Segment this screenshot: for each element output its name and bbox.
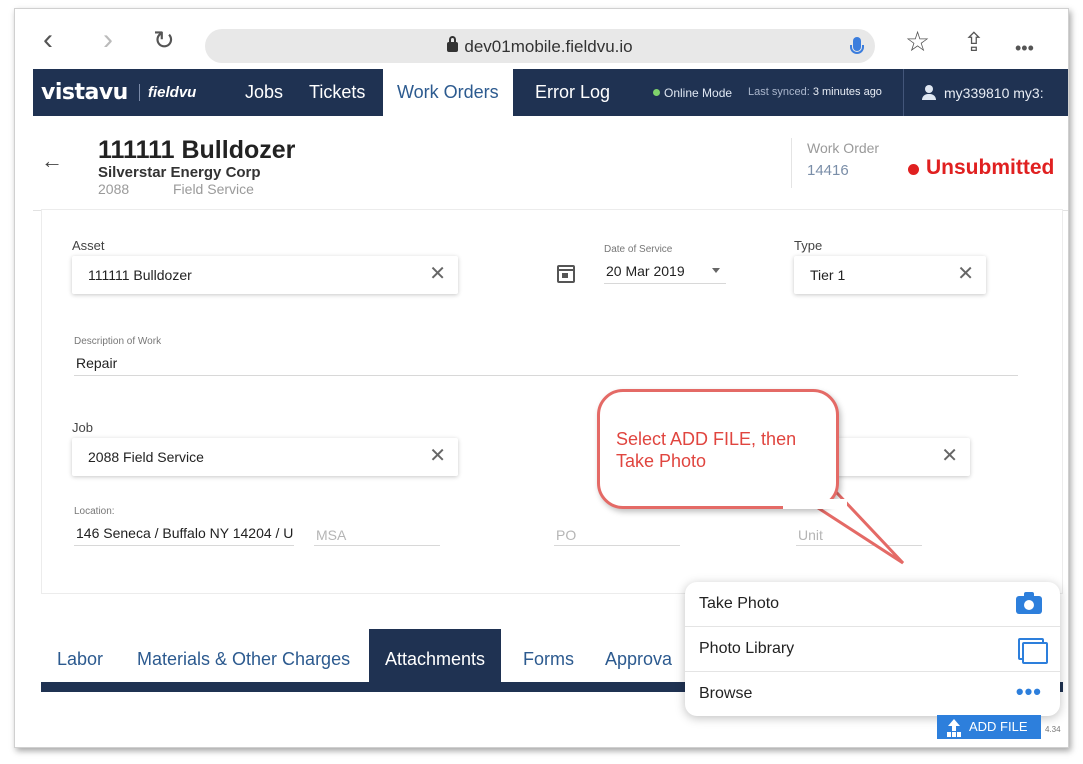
callout-text: Select ADD FILE, then Take Photo	[616, 429, 797, 471]
url-display: dev01mobile.fieldvu.io	[205, 36, 875, 57]
date-of-service-value: 20 Mar 2019	[606, 263, 685, 279]
nav-work-orders[interactable]: Work Orders	[383, 69, 513, 116]
online-mode-label: Online Mode	[664, 86, 733, 100]
address-bar[interactable]: dev01mobile.fieldvu.io	[205, 29, 875, 63]
po-placeholder: PO	[556, 527, 577, 543]
upload-icon	[947, 719, 961, 735]
work-order-label: Work Order	[807, 140, 880, 156]
add-file-label: ADD FILE	[969, 719, 1028, 734]
po-field[interactable]: PO	[554, 522, 680, 546]
job-field[interactable]: 2088 Field Service ✕	[72, 438, 458, 476]
job-clear-icon[interactable]: ✕	[429, 444, 446, 468]
header-divider	[791, 138, 792, 188]
instruction-callout: Select ADD FILE, then Take Photo	[597, 389, 839, 509]
status-dot	[908, 164, 919, 175]
lock-icon	[447, 36, 459, 52]
location-field[interactable]: 146 Seneca / Buffalo NY 14204 / U	[74, 522, 294, 546]
online-mode-indicator: Online Mode	[653, 86, 732, 100]
screenshot-frame: ‹ › ↻ dev01mobile.fieldvu.io ☆ ⇪ ••• vis…	[14, 8, 1069, 748]
calendar-icon[interactable]	[557, 265, 575, 283]
date-of-service-label: Date of Service	[604, 244, 673, 255]
nav-jobs[interactable]: Jobs	[231, 69, 297, 116]
back-arrow-icon[interactable]: ←	[41, 148, 63, 174]
job-value: 2088 Field Service	[88, 449, 204, 465]
tab-forms[interactable]: Forms	[507, 634, 590, 684]
msa-placeholder: MSA	[316, 527, 347, 543]
url-text: dev01mobile.fieldvu.io	[464, 37, 633, 56]
tab-attachments[interactable]: Attachments	[369, 629, 502, 684]
description-label: Description of Work	[74, 336, 162, 347]
type-label: Type	[794, 238, 823, 253]
photo-library-label: Photo Library	[699, 640, 795, 657]
bookmark-star-icon[interactable]: ☆	[905, 28, 930, 56]
last-synced-value: 3 minutes ago	[812, 86, 882, 98]
asset-value: 111111 Bulldozer	[88, 267, 192, 283]
type-field[interactable]: Tier 1 ✕	[794, 256, 986, 294]
camera-icon	[1016, 592, 1042, 614]
user-menu[interactable]: my339810 my3:	[903, 69, 1044, 116]
job-label: Job	[72, 420, 93, 435]
job-name: Field Service	[173, 181, 254, 197]
online-status-dot	[653, 89, 660, 96]
user-icon	[922, 85, 936, 100]
browser-back-icon[interactable]: ‹	[43, 25, 53, 55]
photo-library-icon	[1018, 638, 1048, 664]
asset-label: Asset	[72, 238, 105, 253]
work-order-number: 14416	[807, 162, 849, 179]
add-file-button[interactable]: ADD FILE	[937, 715, 1041, 739]
asset-field[interactable]: 111111 Bulldozer ✕	[72, 256, 458, 294]
username: my339810 my3:	[944, 85, 1044, 101]
callout-pointer-mask	[783, 499, 847, 509]
take-photo-label: Take Photo	[699, 595, 780, 612]
vistavu-logo: vistavu	[41, 80, 128, 105]
page-title: 111111 Bulldozer	[98, 136, 296, 164]
menu-browse[interactable]: Browse •••	[685, 672, 1060, 717]
asset-clear-icon[interactable]: ✕	[429, 262, 446, 286]
last-synced-label: Last synced:	[748, 86, 810, 98]
version-number: 4.34	[1045, 725, 1061, 734]
type-value: Tier 1	[810, 267, 846, 283]
add-file-popover: Take Photo Photo Library Browse •••	[685, 582, 1060, 716]
more-dots-icon: •••	[1015, 679, 1042, 704]
description-value: Repair	[76, 355, 118, 371]
second-clear-icon[interactable]: ✕	[941, 444, 958, 468]
browser-reload-icon[interactable]: ↻	[153, 27, 175, 53]
browse-label: Browse	[699, 685, 753, 702]
browser-more-icon[interactable]: •••	[1015, 35, 1034, 61]
menu-photo-library[interactable]: Photo Library	[685, 627, 1060, 672]
work-order-header: ← 111111 Bulldozer Silverstar Energy Cor…	[33, 116, 1068, 211]
nav-tickets[interactable]: Tickets	[295, 69, 379, 116]
description-field[interactable]: Repair	[74, 352, 1018, 376]
browser-toolbar: ‹ › ↻ dev01mobile.fieldvu.io ☆ ⇪ •••	[15, 9, 1068, 69]
location-value: 146 Seneca / Buffalo NY 14204 / U	[76, 525, 294, 541]
type-clear-icon[interactable]: ✕	[957, 262, 974, 286]
dropdown-arrow-icon	[712, 268, 720, 273]
browser-forward-icon[interactable]: ›	[103, 25, 113, 55]
location-label: Location:	[74, 506, 115, 517]
tab-labor[interactable]: Labor	[41, 634, 119, 684]
nav-error-log[interactable]: Error Log	[521, 69, 624, 116]
app-navbar: vistavu fieldvu Jobs Tickets Work Orders…	[33, 69, 1068, 116]
share-icon[interactable]: ⇪	[963, 29, 985, 55]
company-name: Silverstar Energy Corp	[98, 164, 261, 181]
date-of-service-field[interactable]: 20 Mar 2019	[604, 260, 726, 284]
msa-field[interactable]: MSA	[314, 522, 440, 546]
tab-materials[interactable]: Materials & Other Charges	[121, 634, 366, 684]
fieldvu-logo: fieldvu	[139, 84, 196, 101]
tab-approvals[interactable]: Approva	[589, 634, 688, 684]
job-number: 2088	[98, 181, 130, 197]
last-synced: Last synced: 3 minutes ago	[748, 86, 882, 98]
microphone-icon[interactable]	[850, 37, 864, 54]
callout-mask-rect	[783, 499, 847, 509]
menu-take-photo[interactable]: Take Photo	[685, 582, 1060, 627]
status-badge: Unsubmitted	[926, 156, 1055, 179]
